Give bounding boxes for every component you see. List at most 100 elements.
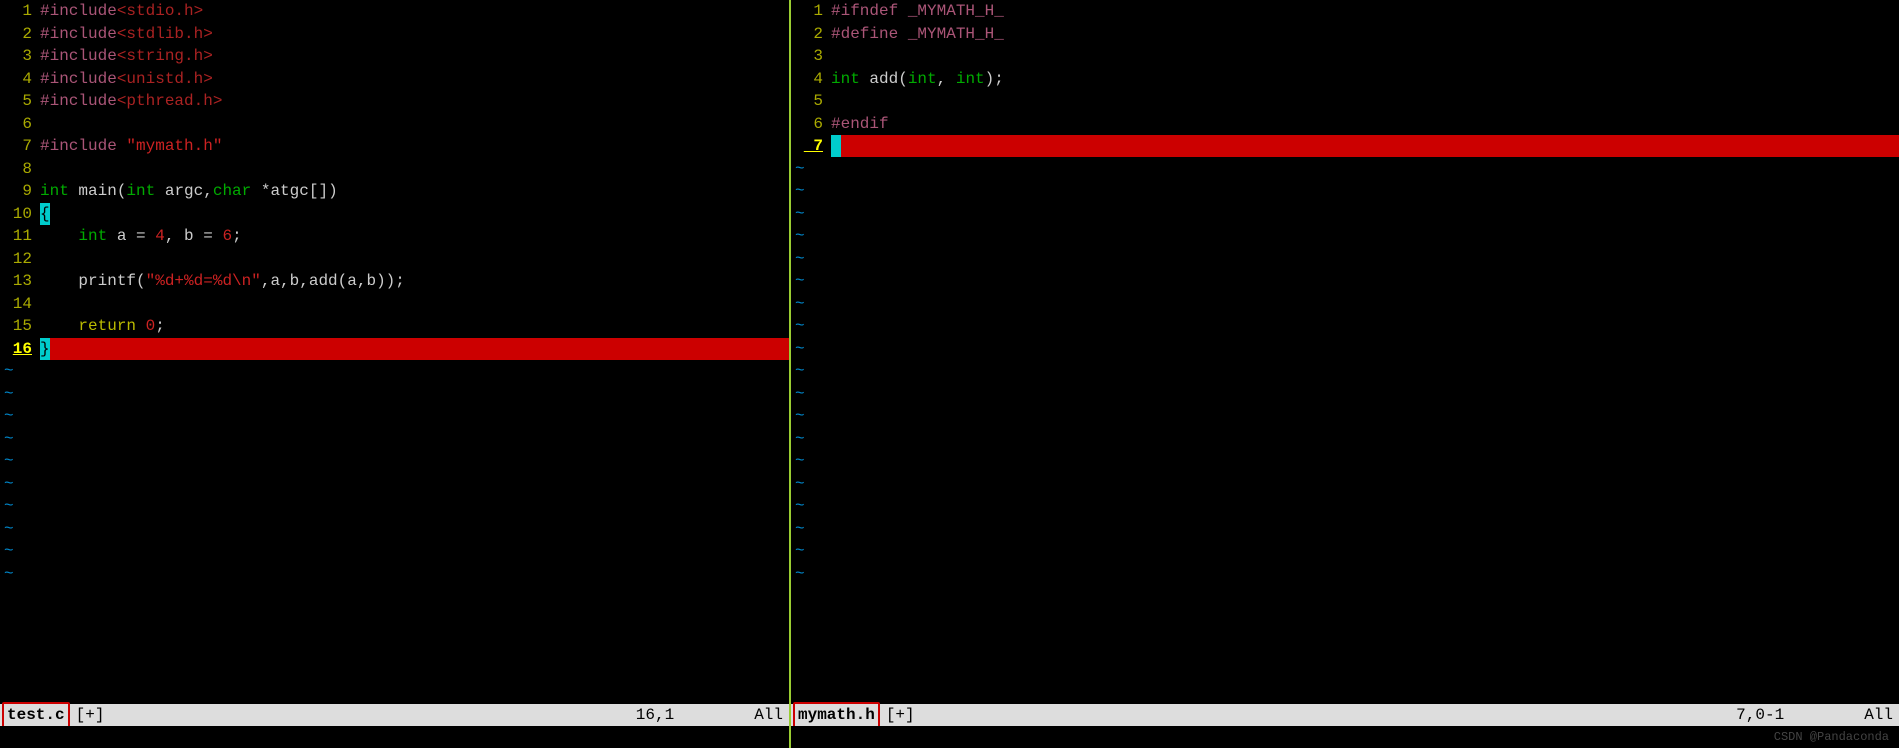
code-line[interactable]: 10{ bbox=[0, 203, 789, 226]
line-number: 10 bbox=[0, 203, 40, 225]
line-number: 3 bbox=[0, 45, 40, 67]
line-number: 5 bbox=[0, 90, 40, 112]
code-line[interactable]: 7#include "mymath.h" bbox=[0, 135, 789, 158]
empty-line-tilde: ~ bbox=[791, 270, 1899, 293]
modified-flag-left: [+] bbox=[76, 704, 105, 726]
code-line[interactable]: 6#endif bbox=[791, 113, 1899, 136]
empty-line-tilde: ~ bbox=[791, 248, 1899, 271]
code-line[interactable]: 2#define _MYMATH_H_ bbox=[791, 23, 1899, 46]
empty-line-tilde: ~ bbox=[0, 360, 789, 383]
line-number: 8 bbox=[0, 158, 40, 180]
code-line[interactable]: 13 printf("%d+%d=%d\n",a,b,add(a,b)); bbox=[0, 270, 789, 293]
code-line[interactable]: 14 bbox=[0, 293, 789, 316]
empty-line-tilde: ~ bbox=[791, 450, 1899, 473]
line-content: int main(int argc,char *atgc[]) bbox=[40, 180, 789, 202]
view-percent-left: All bbox=[754, 704, 783, 726]
empty-line-tilde: ~ bbox=[791, 158, 1899, 181]
line-content: #include<unistd.h> bbox=[40, 68, 789, 90]
line-number: 7 bbox=[0, 135, 40, 157]
statusline-right: mymath.h [+] 7,0-1 All bbox=[791, 704, 1899, 726]
line-number: 7 bbox=[791, 135, 831, 157]
code-line[interactable]: 15 return 0; bbox=[0, 315, 789, 338]
code-line[interactable]: 9int main(int argc,char *atgc[]) bbox=[0, 180, 789, 203]
empty-line-tilde: ~ bbox=[0, 383, 789, 406]
code-line[interactable]: 8 bbox=[0, 158, 789, 181]
empty-line-tilde: ~ bbox=[791, 203, 1899, 226]
line-content: printf("%d+%d=%d\n",a,b,add(a,b)); bbox=[40, 270, 789, 292]
code-area-left[interactable]: 1#include<stdio.h> 2#include<stdlib.h> 3… bbox=[0, 0, 789, 704]
code-line[interactable]: 4int add(int, int); bbox=[791, 68, 1899, 91]
cmdline-left[interactable] bbox=[0, 726, 789, 748]
line-content: int add(int, int); bbox=[831, 68, 1899, 90]
empty-line-tilde: ~ bbox=[791, 518, 1899, 541]
line-content: #include<stdio.h> bbox=[40, 0, 789, 22]
line-content: #define _MYMATH_H_ bbox=[831, 23, 1899, 45]
code-line[interactable]: 5 bbox=[791, 90, 1899, 113]
code-area-right[interactable]: 1#ifndef _MYMATH_H_ 2#define _MYMATH_H_ … bbox=[791, 0, 1899, 704]
code-line[interactable]: 2#include<stdlib.h> bbox=[0, 23, 789, 46]
vim-split-right: 1#ifndef _MYMATH_H_ 2#define _MYMATH_H_ … bbox=[790, 0, 1899, 748]
brace-open: { bbox=[40, 203, 50, 225]
empty-line-tilde: ~ bbox=[791, 180, 1899, 203]
code-line[interactable]: 7 bbox=[791, 135, 1899, 158]
filename-left: test.c bbox=[2, 702, 70, 728]
cursor-position-right: 7,0-1 bbox=[1736, 704, 1784, 726]
empty-line-tilde: ~ bbox=[791, 473, 1899, 496]
vim-split-left: 1#include<stdio.h> 2#include<stdlib.h> 3… bbox=[0, 0, 790, 748]
line-number: 2 bbox=[791, 23, 831, 45]
empty-line-tilde: ~ bbox=[791, 383, 1899, 406]
line-number: 14 bbox=[0, 293, 40, 315]
code-line[interactable]: 11 int a = 4, b = 6; bbox=[0, 225, 789, 248]
line-content: { bbox=[40, 203, 789, 225]
cursor bbox=[831, 135, 841, 157]
line-content: return 0; bbox=[40, 315, 789, 337]
line-number: 15 bbox=[0, 315, 40, 337]
line-number: 3 bbox=[791, 45, 831, 67]
empty-line-tilde: ~ bbox=[791, 563, 1899, 586]
line-number: 2 bbox=[0, 23, 40, 45]
empty-line-tilde: ~ bbox=[791, 225, 1899, 248]
line-number: 1 bbox=[791, 0, 831, 22]
empty-line-tilde: ~ bbox=[0, 428, 789, 451]
empty-line-tilde: ~ bbox=[791, 495, 1899, 518]
empty-line-tilde: ~ bbox=[0, 473, 789, 496]
empty-line-tilde: ~ bbox=[791, 405, 1899, 428]
code-line[interactable]: 5#include<pthread.h> bbox=[0, 90, 789, 113]
line-content: #include<stdlib.h> bbox=[40, 23, 789, 45]
empty-line-tilde: ~ bbox=[0, 495, 789, 518]
modified-flag-right: [+] bbox=[886, 704, 915, 726]
line-content: } bbox=[40, 338, 789, 360]
code-line[interactable]: 16} bbox=[0, 338, 789, 361]
empty-line-tilde: ~ bbox=[0, 540, 789, 563]
empty-line-tilde: ~ bbox=[0, 518, 789, 541]
line-number: 4 bbox=[0, 68, 40, 90]
brace-close: } bbox=[40, 338, 50, 360]
empty-line-tilde: ~ bbox=[791, 338, 1899, 361]
line-number: 11 bbox=[0, 225, 40, 247]
empty-line-tilde: ~ bbox=[0, 405, 789, 428]
empty-line-tilde: ~ bbox=[0, 450, 789, 473]
code-line[interactable]: 6 bbox=[0, 113, 789, 136]
line-content: #include<string.h> bbox=[40, 45, 789, 67]
cursor-position-left: 16,1 bbox=[636, 704, 674, 726]
code-line[interactable]: 1#ifndef _MYMATH_H_ bbox=[791, 0, 1899, 23]
line-number: 16 bbox=[0, 338, 40, 360]
line-number: 1 bbox=[0, 0, 40, 22]
code-line[interactable]: 3 bbox=[791, 45, 1899, 68]
code-line[interactable]: 4#include<unistd.h> bbox=[0, 68, 789, 91]
filename-right: mymath.h bbox=[793, 702, 880, 728]
code-line[interactable]: 12 bbox=[0, 248, 789, 271]
empty-line-tilde: ~ bbox=[791, 315, 1899, 338]
cmdline-right[interactable]: CSDN @Pandaconda bbox=[791, 726, 1899, 748]
empty-line-tilde: ~ bbox=[791, 540, 1899, 563]
empty-line-tilde: ~ bbox=[0, 563, 789, 586]
code-line[interactable]: 1#include<stdio.h> bbox=[0, 0, 789, 23]
watermark: CSDN @Pandaconda bbox=[1774, 729, 1889, 746]
line-content bbox=[831, 135, 1899, 157]
statusline-left: test.c [+] 16,1 All bbox=[0, 704, 789, 726]
code-line[interactable]: 3#include<string.h> bbox=[0, 45, 789, 68]
line-content: #ifndef _MYMATH_H_ bbox=[831, 0, 1899, 22]
line-content: #endif bbox=[831, 113, 1899, 135]
line-content: #include<pthread.h> bbox=[40, 90, 789, 112]
empty-line-tilde: ~ bbox=[791, 360, 1899, 383]
